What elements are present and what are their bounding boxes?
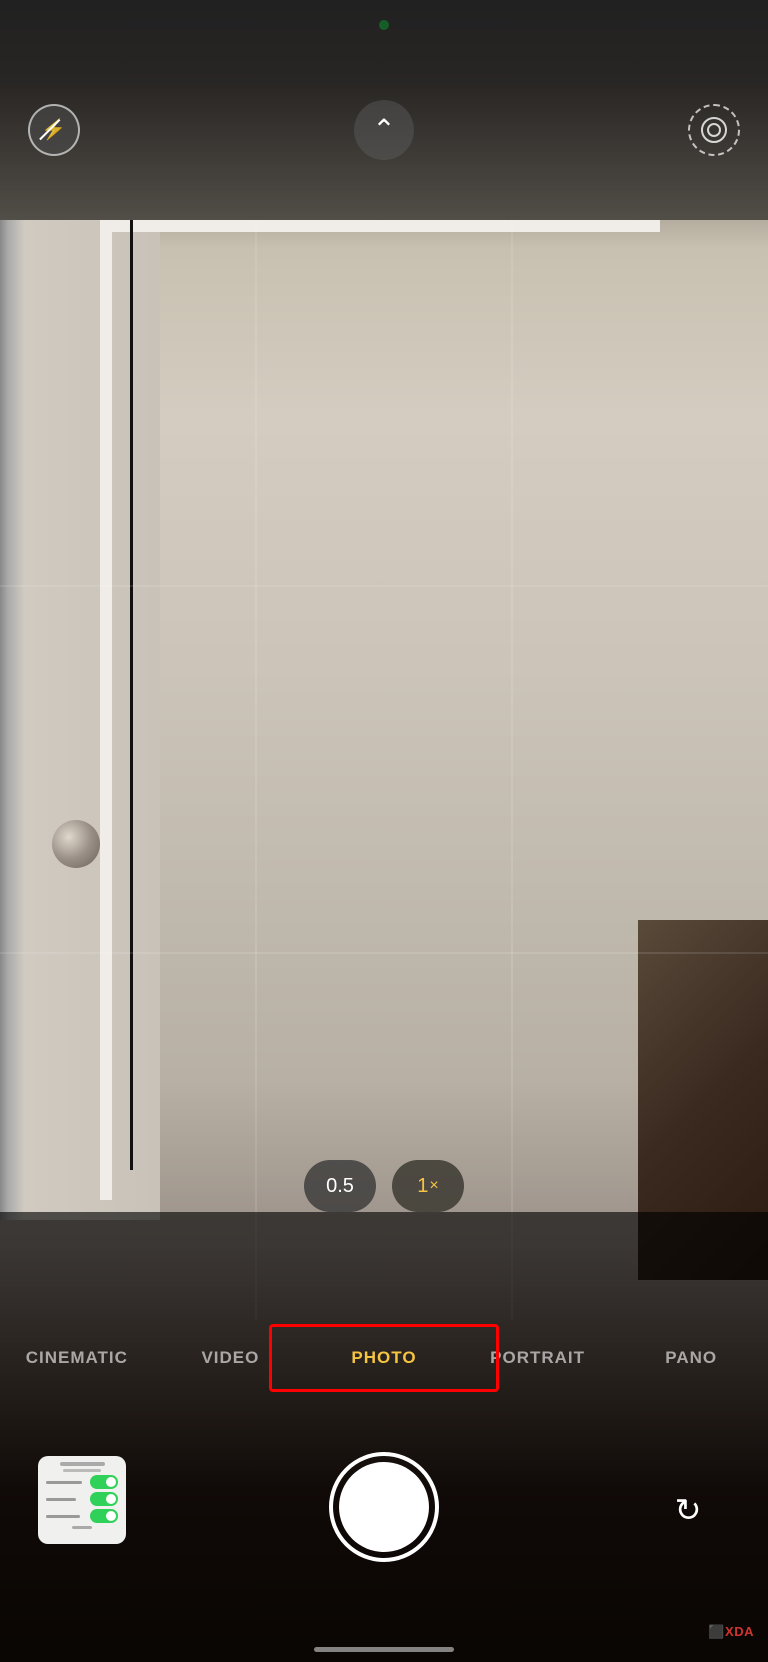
chevron-up-icon: ⌃ [372, 116, 395, 144]
zoom-1x-button[interactable]: 1× [392, 1160, 464, 1212]
flip-camera-icon: ↻ [675, 1491, 702, 1529]
door-knob [52, 820, 100, 868]
thumb-line-4 [46, 1498, 76, 1501]
thumb-toggle-2 [90, 1492, 118, 1506]
mode-selector: CINEMATIC VIDEO PHOTO PORTRAIT PANO [0, 1334, 768, 1382]
bottom-controls-area [0, 1212, 768, 1662]
mode-video[interactable]: VIDEO [154, 1334, 308, 1382]
cable-wire [130, 220, 133, 1170]
flip-camera-button[interactable]: ↻ [658, 1480, 718, 1540]
home-indicator [314, 1647, 454, 1652]
live-photo-icon [701, 117, 727, 143]
mode-portrait[interactable]: PORTRAIT [461, 1334, 615, 1382]
thumb-line-6 [72, 1526, 92, 1529]
thumb-line-3 [46, 1481, 82, 1484]
shutter-inner-circle [339, 1462, 429, 1552]
thumb-content [60, 1462, 105, 1466]
thumb-line-2 [63, 1469, 101, 1472]
thumb-toggle-1 [90, 1475, 118, 1489]
gallery-thumbnail[interactable] [38, 1456, 126, 1544]
expand-controls-button[interactable]: ⌃ [354, 100, 414, 160]
flash-button[interactable] [28, 104, 80, 156]
thumb-row-3 [46, 1492, 118, 1506]
shutter-button[interactable] [329, 1452, 439, 1562]
live-photo-button[interactable] [688, 104, 740, 156]
shutter-area [329, 1452, 439, 1562]
thumb-row-4 [46, 1509, 118, 1523]
zoom-controls: 0.5 1× [304, 1160, 464, 1212]
door-frame-top [100, 220, 660, 232]
mode-photo[interactable]: PHOTO [307, 1334, 461, 1382]
door-frame-left [100, 220, 112, 1200]
door-background [0, 220, 160, 1220]
thumb-row-5 [72, 1526, 92, 1529]
mode-pano[interactable]: PANO [614, 1334, 768, 1382]
zoom-05-button[interactable]: 0.5 [304, 1160, 376, 1212]
flash-off-icon [41, 117, 67, 143]
thumb-toggle-3 [90, 1509, 118, 1523]
thumb-row-1 [63, 1469, 101, 1472]
thumb-row-2 [46, 1475, 118, 1489]
thumb-line-5 [46, 1515, 80, 1518]
xda-watermark: ⬛XDA [708, 1623, 754, 1640]
top-bar: ⌃ [0, 0, 768, 220]
mode-cinematic[interactable]: CINEMATIC [0, 1334, 154, 1382]
thumb-line-1 [60, 1462, 105, 1466]
